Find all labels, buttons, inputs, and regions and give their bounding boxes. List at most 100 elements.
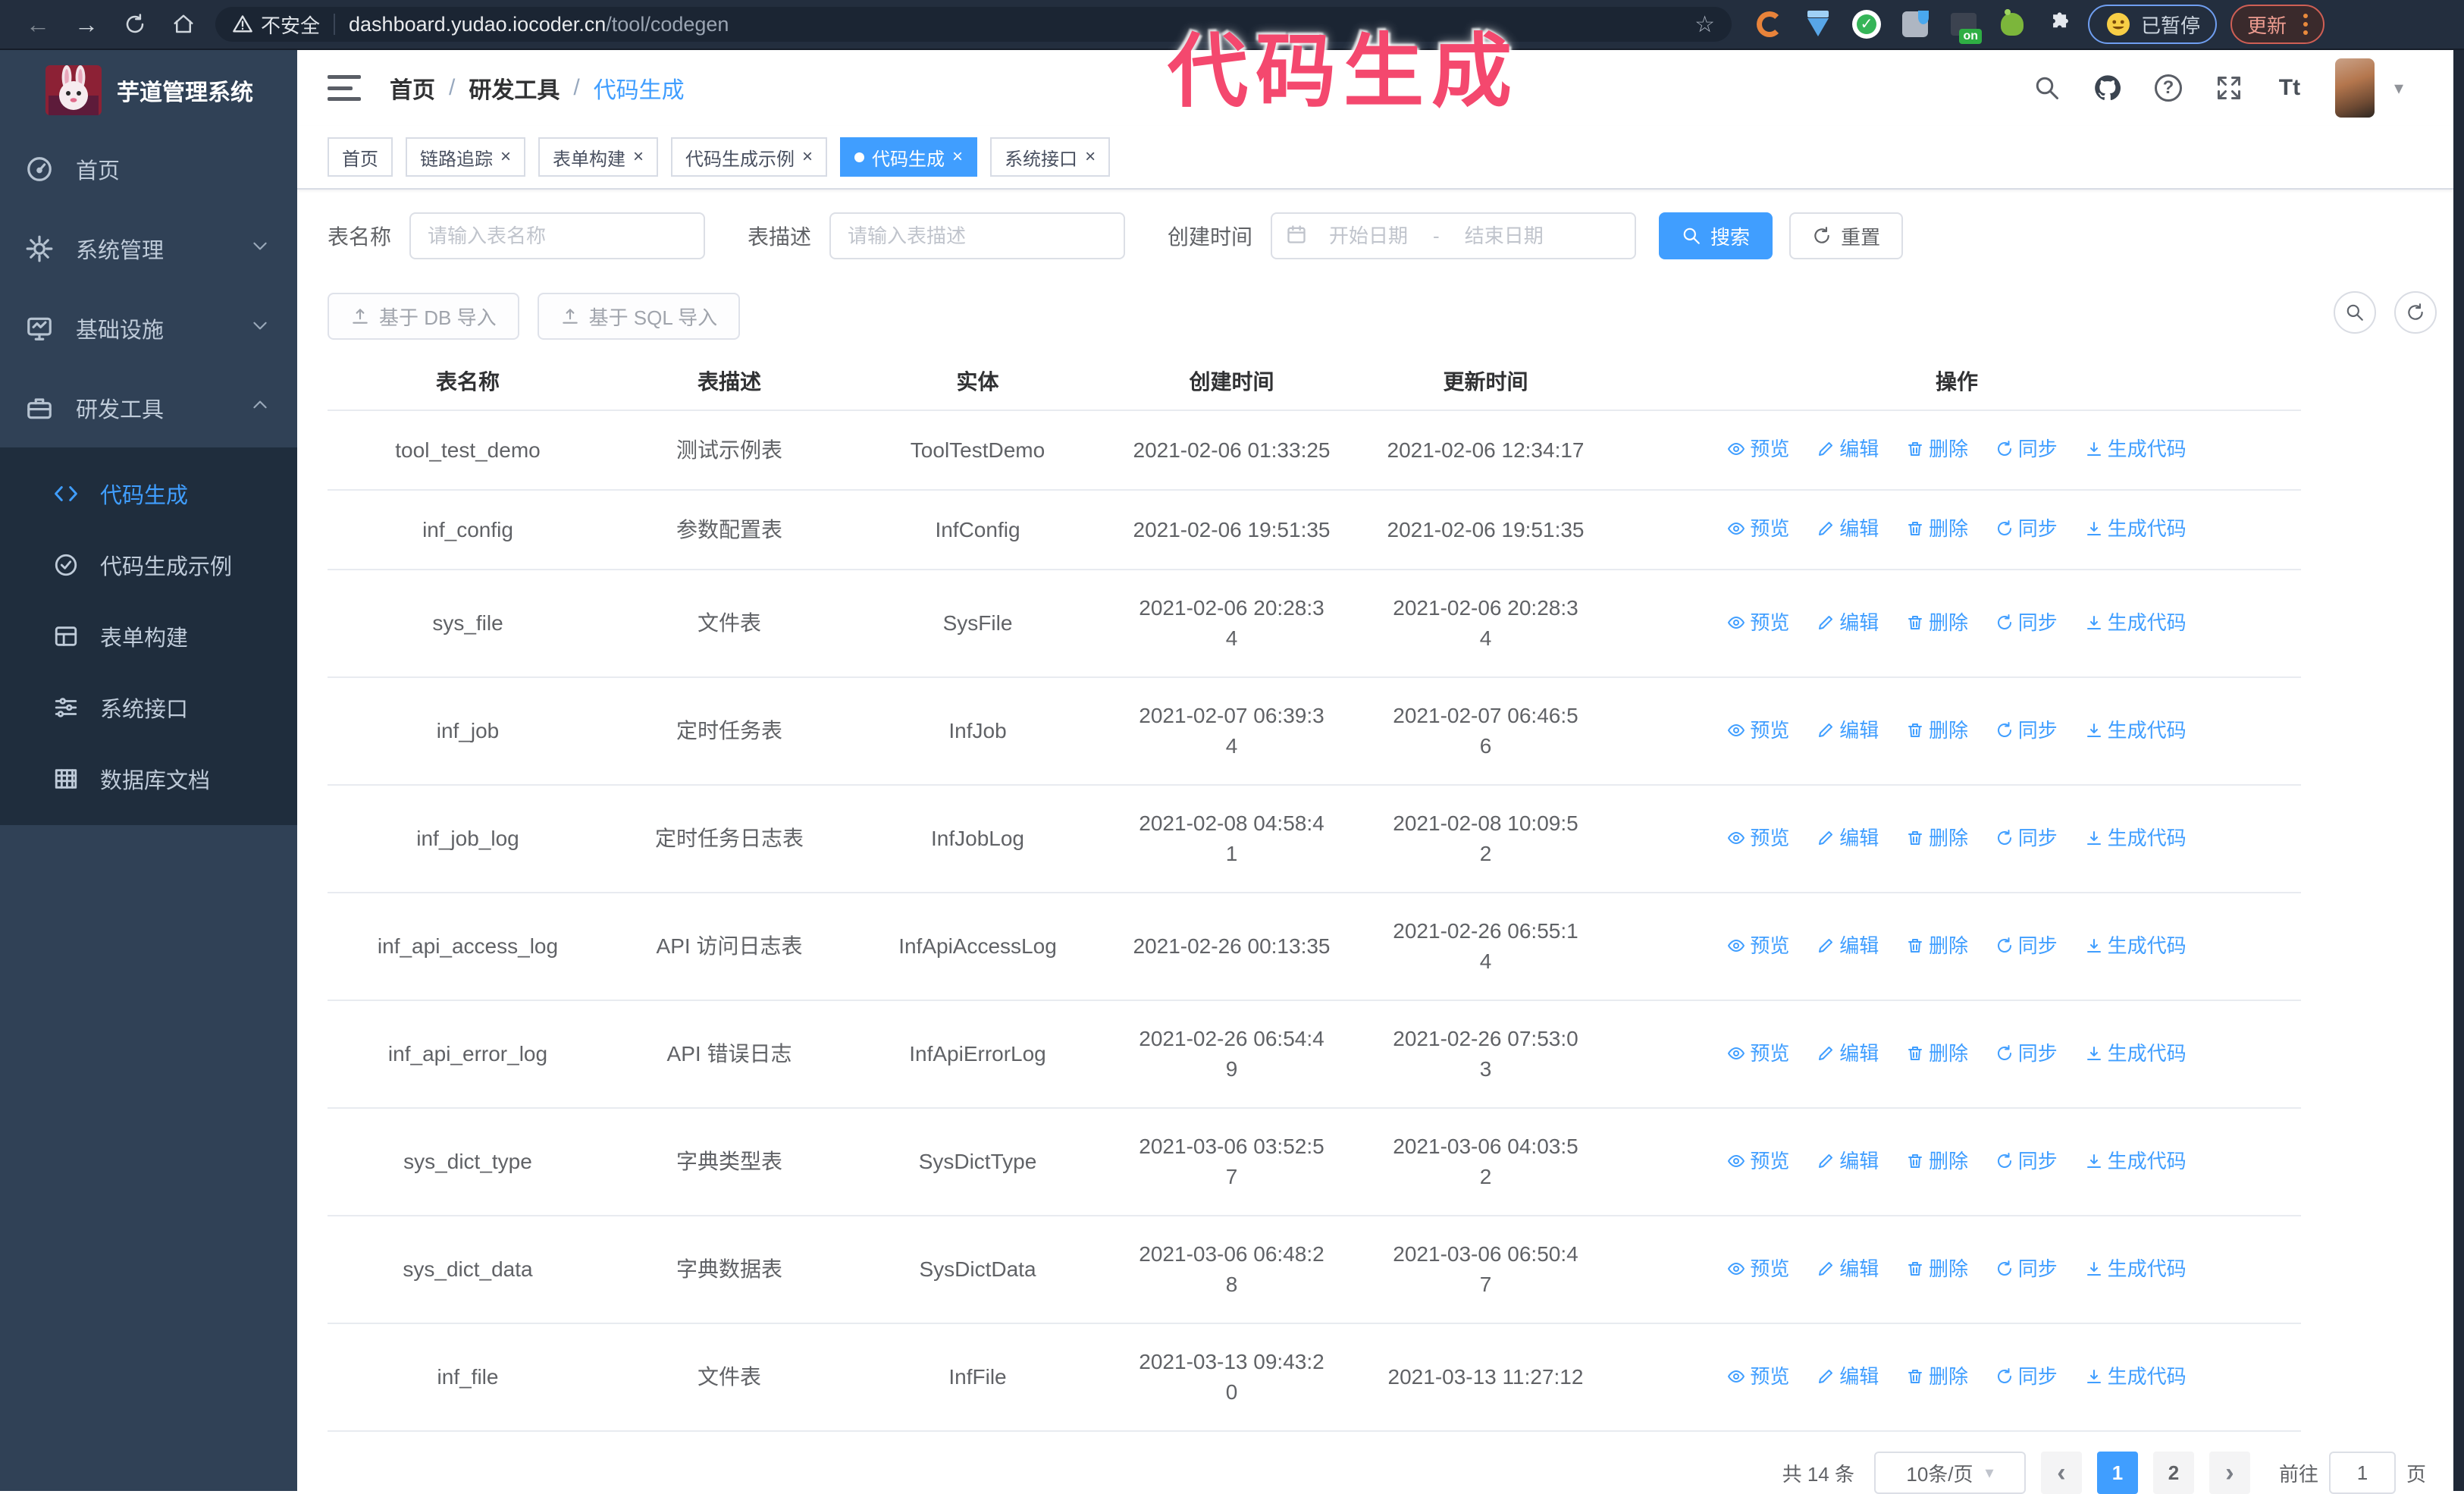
tag-tracing[interactable]: 链路追踪 ×	[406, 137, 526, 177]
preview-link[interactable]: 预览	[1727, 1254, 1789, 1284]
fullscreen-icon[interactable]	[2214, 73, 2244, 103]
browser-refresh-icon[interactable]	[118, 8, 152, 41]
bookmark-star-icon[interactable]: ☆	[1694, 11, 1715, 38]
page-scrollbar[interactable]	[2453, 50, 2464, 1491]
preview-link[interactable]: 预览	[1727, 1361, 1789, 1392]
table-desc-input[interactable]	[829, 212, 1126, 259]
sync-link[interactable]: 同步	[1995, 931, 2058, 961]
edit-link[interactable]: 编辑	[1817, 1038, 1879, 1069]
close-icon[interactable]: ×	[1085, 148, 1096, 166]
table-name-input[interactable]	[409, 212, 706, 259]
sidebar-item-codegen-example[interactable]: 代码生成示例	[0, 529, 297, 601]
import-sql-button[interactable]: 基于 SQL 导入	[537, 293, 741, 340]
sync-link[interactable]: 同步	[1995, 1361, 2058, 1392]
sync-link[interactable]: 同步	[1995, 1254, 2058, 1284]
sync-link[interactable]: 同步	[1995, 823, 2058, 853]
sidebar-item-system[interactable]: 系统管理	[0, 209, 297, 288]
edit-link[interactable]: 编辑	[1817, 715, 1879, 745]
prev-page-button[interactable]: ‹	[2040, 1452, 2082, 1494]
browser-back-icon[interactable]: ←	[21, 8, 55, 41]
edit-link[interactable]: 编辑	[1817, 434, 1879, 464]
generate-code-link[interactable]: 生成代码	[2085, 607, 2187, 638]
delete-link[interactable]: 删除	[1906, 1038, 1968, 1069]
sidebar-item-system-api[interactable]: 系统接口	[0, 672, 297, 743]
sync-link[interactable]: 同步	[1995, 513, 2058, 544]
goto-page-input[interactable]	[2328, 1452, 2396, 1494]
edit-link[interactable]: 编辑	[1817, 513, 1879, 544]
edit-link[interactable]: 编辑	[1817, 1361, 1879, 1392]
extension-bot-icon[interactable]	[1997, 9, 2027, 39]
preview-link[interactable]: 预览	[1727, 715, 1789, 745]
tag-codegen-example[interactable]: 代码生成示例 ×	[671, 137, 828, 177]
close-icon[interactable]: ×	[500, 148, 511, 166]
edit-link[interactable]: 编辑	[1817, 1254, 1879, 1284]
extension-puzzle-icon[interactable]	[2045, 9, 2076, 39]
tag-home[interactable]: 首页	[328, 137, 393, 177]
browser-forward-icon[interactable]: →	[70, 8, 103, 41]
update-badge[interactable]: 更新	[2230, 5, 2325, 44]
tag-system-api[interactable]: 系统接口 ×	[990, 137, 1111, 177]
import-db-button[interactable]: 基于 DB 导入	[328, 293, 519, 340]
generate-code-link[interactable]: 生成代码	[2085, 715, 2187, 745]
extension-codecopy-icon[interactable]	[1754, 9, 1785, 39]
reset-button[interactable]: 重置	[1789, 212, 1904, 259]
sidebar-item-codegen[interactable]: 代码生成	[0, 458, 297, 529]
edit-link[interactable]: 编辑	[1817, 1146, 1879, 1176]
sync-link[interactable]: 同步	[1995, 1146, 2058, 1176]
generate-code-link[interactable]: 生成代码	[2085, 513, 2187, 544]
user-avatar[interactable]	[2334, 58, 2375, 118]
tag-form-builder[interactable]: 表单构建 ×	[538, 137, 659, 177]
preview-link[interactable]: 预览	[1727, 1038, 1789, 1069]
text-size-icon[interactable]: Tt	[2274, 73, 2305, 103]
breadcrumb-home[interactable]: 首页	[390, 71, 435, 105]
edit-link[interactable]: 编辑	[1817, 823, 1879, 853]
sync-link[interactable]: 同步	[1995, 607, 2058, 638]
generate-code-link[interactable]: 生成代码	[2085, 1038, 2187, 1069]
browser-menu-icon[interactable]	[2303, 14, 2309, 35]
sidebar-item-database-doc[interactable]: 数据库文档	[0, 743, 297, 814]
sync-link[interactable]: 同步	[1995, 434, 2058, 464]
delete-link[interactable]: 删除	[1906, 715, 1968, 745]
close-icon[interactable]: ×	[802, 148, 813, 166]
paused-badge[interactable]: 已暂停	[2088, 5, 2218, 44]
delete-link[interactable]: 删除	[1906, 931, 1968, 961]
delete-link[interactable]: 删除	[1906, 434, 1968, 464]
sidebar-item-devtools[interactable]: 研发工具	[0, 368, 297, 447]
delete-link[interactable]: 删除	[1906, 1146, 1968, 1176]
close-icon[interactable]: ×	[633, 148, 644, 166]
generate-code-link[interactable]: 生成代码	[2085, 931, 2187, 961]
search-icon[interactable]	[2032, 73, 2062, 103]
sidebar-item-form-builder[interactable]: 表单构建	[0, 601, 297, 672]
refresh-table-button[interactable]	[2394, 291, 2437, 334]
sidebar-item-infrastructure[interactable]: 基础设施	[0, 288, 297, 368]
generate-code-link[interactable]: 生成代码	[2085, 1254, 2187, 1284]
delete-link[interactable]: 删除	[1906, 1254, 1968, 1284]
preview-link[interactable]: 预览	[1727, 434, 1789, 464]
browser-home-icon[interactable]	[167, 8, 200, 41]
preview-link[interactable]: 预览	[1727, 931, 1789, 961]
app-logo-row[interactable]: 芋道管理系统	[0, 50, 297, 129]
breadcrumb-devtools[interactable]: 研发工具	[469, 71, 560, 105]
security-warning[interactable]: 不安全	[232, 11, 320, 39]
delete-link[interactable]: 删除	[1906, 823, 1968, 853]
page-button-2[interactable]: 2	[2152, 1452, 2194, 1494]
tag-codegen[interactable]: 代码生成 ×	[840, 137, 978, 177]
search-button[interactable]: 搜索	[1659, 212, 1773, 259]
delete-link[interactable]: 删除	[1906, 1361, 1968, 1392]
page-size-select[interactable]: 10条/页 ▾	[1873, 1452, 2026, 1494]
extension-grid-icon[interactable]	[1900, 9, 1930, 39]
date-end-input[interactable]	[1447, 224, 1561, 248]
edit-link[interactable]: 编辑	[1817, 931, 1879, 961]
page-button-1[interactable]: 1	[2096, 1452, 2138, 1494]
extension-check-icon[interactable]: ✓	[1851, 9, 1882, 39]
extension-gem-icon[interactable]	[1803, 9, 1833, 39]
generate-code-link[interactable]: 生成代码	[2085, 823, 2187, 853]
delete-link[interactable]: 删除	[1906, 513, 1968, 544]
github-icon[interactable]	[2093, 73, 2123, 103]
avatar-caret-icon[interactable]: ▾	[2394, 77, 2403, 99]
sync-link[interactable]: 同步	[1995, 715, 2058, 745]
edit-link[interactable]: 编辑	[1817, 607, 1879, 638]
generate-code-link[interactable]: 生成代码	[2085, 1146, 2187, 1176]
generate-code-link[interactable]: 生成代码	[2085, 1361, 2187, 1392]
preview-link[interactable]: 预览	[1727, 1146, 1789, 1176]
